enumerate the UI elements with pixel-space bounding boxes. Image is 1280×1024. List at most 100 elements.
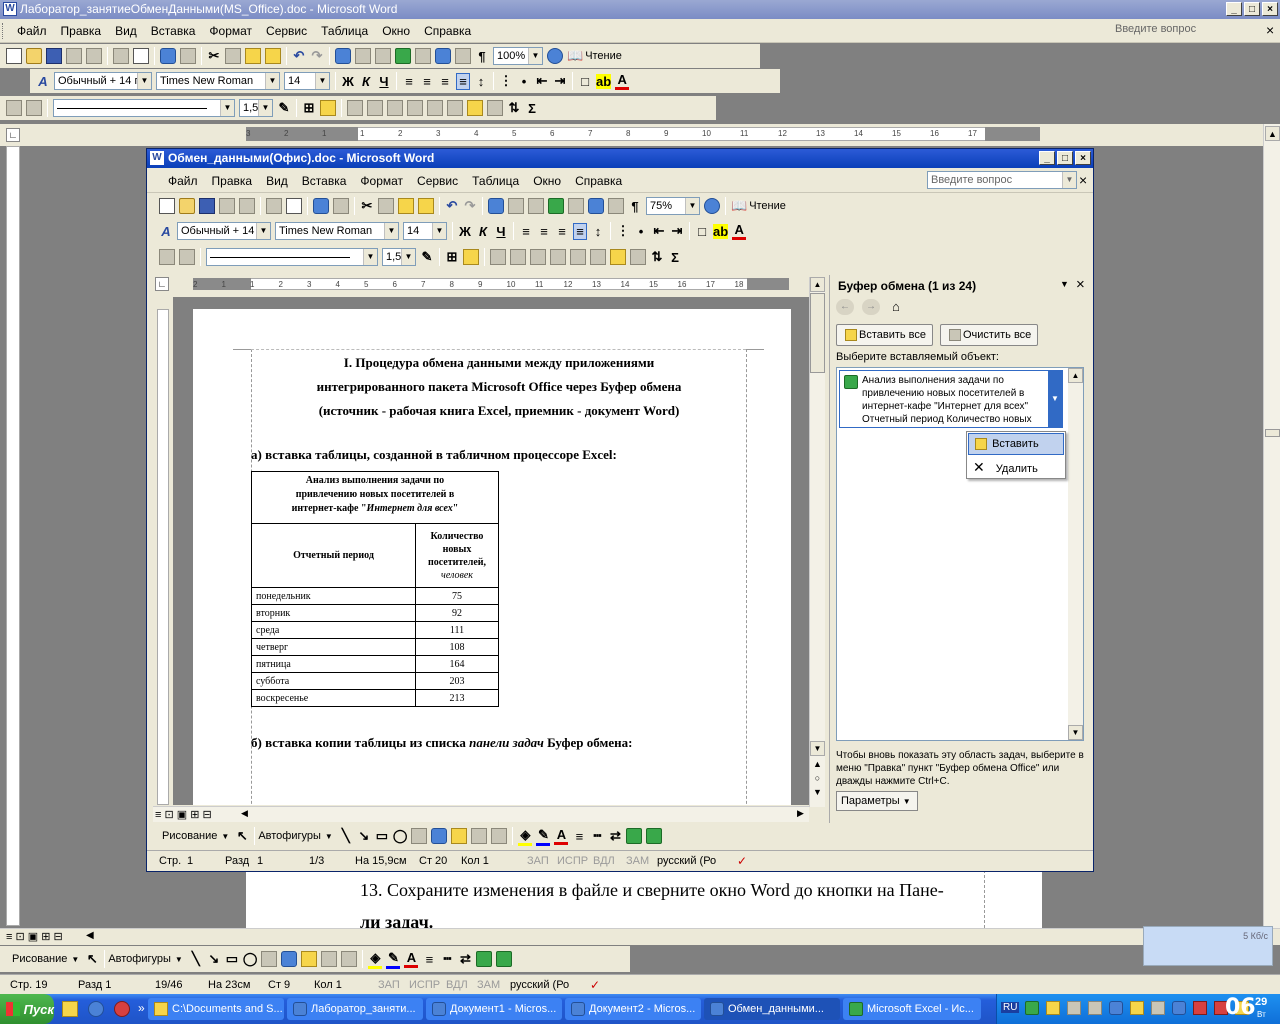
pane-home-icon[interactable]: ⌂: [892, 299, 900, 314]
options-button[interactable]: Параметры ▼: [836, 791, 918, 811]
arrow-style-icon[interactable]: ⇄: [458, 951, 472, 967]
inner-oval-icon[interactable]: ◯: [393, 828, 408, 844]
inner-border-color-icon[interactable]: ✎: [420, 249, 434, 265]
inner-decrease-indent-icon[interactable]: ⇤: [652, 223, 666, 239]
inner-line-icon[interactable]: ╲: [339, 828, 353, 844]
border-color-icon[interactable]: ✎: [277, 100, 291, 116]
columns-icon[interactable]: [415, 48, 431, 64]
outer-line-weight-select[interactable]: 1,5 ▼: [239, 99, 273, 117]
tray-icon-2[interactable]: [1046, 1001, 1060, 1015]
outer-horizontal-scrollbar[interactable]: ≡ ⊡ ▣ ⊞ ⊟ ◀: [0, 928, 1280, 945]
inner-menu-item-0[interactable]: Файл: [161, 172, 205, 190]
inner-align-right-icon[interactable]: ≡: [555, 224, 569, 239]
border-icon[interactable]: □: [578, 74, 592, 89]
status-ext[interactable]: ВДЛ: [446, 975, 468, 995]
inner-format-painter-icon[interactable]: [418, 198, 434, 214]
inner-highlight-icon[interactable]: ab: [713, 223, 729, 239]
font-color-icon[interactable]: A: [615, 72, 630, 90]
inner-print-preview-icon[interactable]: [286, 198, 302, 214]
inner-menu-item-6[interactable]: Таблица: [465, 172, 526, 190]
outer-menu-item-2[interactable]: Вид: [108, 22, 144, 40]
document-map-icon[interactable]: [455, 48, 471, 64]
pane-menu-icon[interactable]: ▼: [1060, 279, 1069, 289]
align-center-icon[interactable]: ≡: [420, 74, 434, 89]
inner-distribute-columns-icon[interactable]: [590, 249, 606, 265]
oval-icon[interactable]: ◯: [243, 951, 258, 967]
font-color-draw-icon[interactable]: A: [404, 950, 419, 968]
spelling-status-icon[interactable]: ✓: [590, 978, 600, 992]
distribute-rows-icon[interactable]: [427, 100, 443, 116]
inner-styles-icon[interactable]: A: [159, 224, 173, 239]
autoshapes-menu[interactable]: Автофигуры: [108, 953, 171, 965]
outer-menu-item-1[interactable]: Правка: [54, 22, 109, 40]
inner-scroll-down-icon[interactable]: ▼: [810, 741, 825, 756]
clipboard-list[interactable]: Анализ выполнения задачи по привлечению …: [836, 367, 1084, 741]
shadow-icon[interactable]: [476, 951, 493, 967]
inner-drawing-menu[interactable]: Рисование: [162, 830, 217, 842]
inner-read-label[interactable]: Чтение: [749, 200, 786, 212]
clock-minutes[interactable]: 29: [1255, 996, 1267, 1008]
inner-font-color-icon[interactable]: A: [732, 222, 747, 240]
merge-cells-icon[interactable]: [367, 100, 383, 116]
clock-hours[interactable]: 06: [1225, 995, 1256, 1020]
inner-distribute-rows-icon[interactable]: [570, 249, 586, 265]
inner-arrow-icon[interactable]: ↘: [357, 828, 371, 844]
language-indicator[interactable]: RU: [1001, 1002, 1020, 1013]
inner-numbering-icon[interactable]: ⋮: [616, 223, 630, 239]
outer-horizontal-ruler[interactable]: 3 2 1 1 2 3 4 5 6 7 8 9 10 11 12 13 14 15 16 17: [246, 127, 1040, 141]
inner-tables-borders-icon[interactable]: [508, 198, 524, 214]
prev-page-icon[interactable]: ▲: [810, 759, 825, 773]
highlight-icon[interactable]: ab: [596, 73, 612, 89]
insert-excel-icon[interactable]: [395, 48, 411, 64]
taskbar-button-3[interactable]: Документ2 - Micros...: [565, 998, 701, 1020]
print-preview-icon[interactable]: [133, 48, 149, 64]
inner-print-icon[interactable]: [266, 198, 282, 214]
context-menu-delete[interactable]: ✕ Удалить: [967, 456, 1065, 478]
pane-forward-icon[interactable]: →: [862, 299, 880, 315]
tray-icon-6[interactable]: [1130, 1001, 1144, 1015]
outer-line-style-select[interactable]: ▼: [53, 99, 235, 117]
fill-color-icon[interactable]: ◈: [368, 950, 383, 969]
inner-merge-cells-icon[interactable]: [510, 249, 526, 265]
clipboard-list-scrollbar[interactable]: ▲ ▼: [1068, 368, 1083, 740]
line-spacing-icon[interactable]: ↕: [474, 74, 488, 89]
taskbar-button-1[interactable]: Лаборатор_заняти...: [287, 998, 423, 1020]
inner-cut-icon[interactable]: ✂: [360, 198, 374, 214]
status-rec[interactable]: ЗАП: [378, 975, 400, 995]
inner-line-style-icon[interactable]: ≡: [572, 829, 586, 844]
split-cells-icon[interactable]: [387, 100, 403, 116]
clear-all-button[interactable]: Очистить все: [940, 324, 1039, 346]
shading-icon[interactable]: [320, 100, 336, 116]
outer-menu-item-5[interactable]: Сервис: [259, 22, 314, 40]
context-menu-paste[interactable]: Вставить: [968, 433, 1064, 455]
maximize-button[interactable]: □: [1244, 2, 1260, 16]
italic-button[interactable]: К: [359, 74, 373, 89]
inner-spelling-status-icon[interactable]: ✓: [737, 854, 747, 868]
inner-scroll-thumb[interactable]: [810, 293, 825, 373]
clipart-icon[interactable]: [321, 951, 338, 967]
inner-textbox-icon[interactable]: [411, 828, 428, 844]
tray-icon-1[interactable]: [1025, 1001, 1039, 1015]
inner-autoformat-icon[interactable]: [610, 249, 626, 265]
line-color-icon[interactable]: ✎: [386, 950, 401, 969]
wordart-icon[interactable]: [281, 951, 298, 967]
textbox-icon[interactable]: [261, 951, 278, 967]
read-label[interactable]: Чтение: [585, 50, 622, 62]
inner-horizontal-scrollbar[interactable]: ≡ ⊡ ▣ ⊞ ⊟ ◀ ▶: [153, 806, 809, 822]
inner-select-objects-icon[interactable]: ↖: [235, 828, 249, 844]
paste-all-button[interactable]: Вставить все: [836, 324, 934, 346]
inner-doc-close-icon[interactable]: ×: [1079, 172, 1087, 188]
ruler-tab-selector[interactable]: ∟: [6, 128, 20, 142]
inner-vertical-scrollbar[interactable]: ▲ ▼ ▲ ○ ▼: [809, 277, 825, 807]
insert-table-icon[interactable]: [375, 48, 391, 64]
outer-menu-item-3[interactable]: Вставка: [144, 22, 203, 40]
inner-fill-color-icon[interactable]: ◈: [518, 827, 533, 846]
tray-icon-9[interactable]: [1193, 1001, 1207, 1015]
inner-italic-button[interactable]: К: [476, 224, 490, 239]
inner-bullets-icon[interactable]: •: [634, 224, 648, 239]
inner-paste-icon[interactable]: [398, 198, 414, 214]
outer-scroll-thumb[interactable]: [1265, 429, 1280, 437]
taskbar-button-0[interactable]: C:\Documents and S...: [148, 998, 284, 1020]
redo-icon[interactable]: ↷: [310, 48, 324, 64]
outer-zoom-select[interactable]: 100% ▼: [493, 47, 543, 65]
